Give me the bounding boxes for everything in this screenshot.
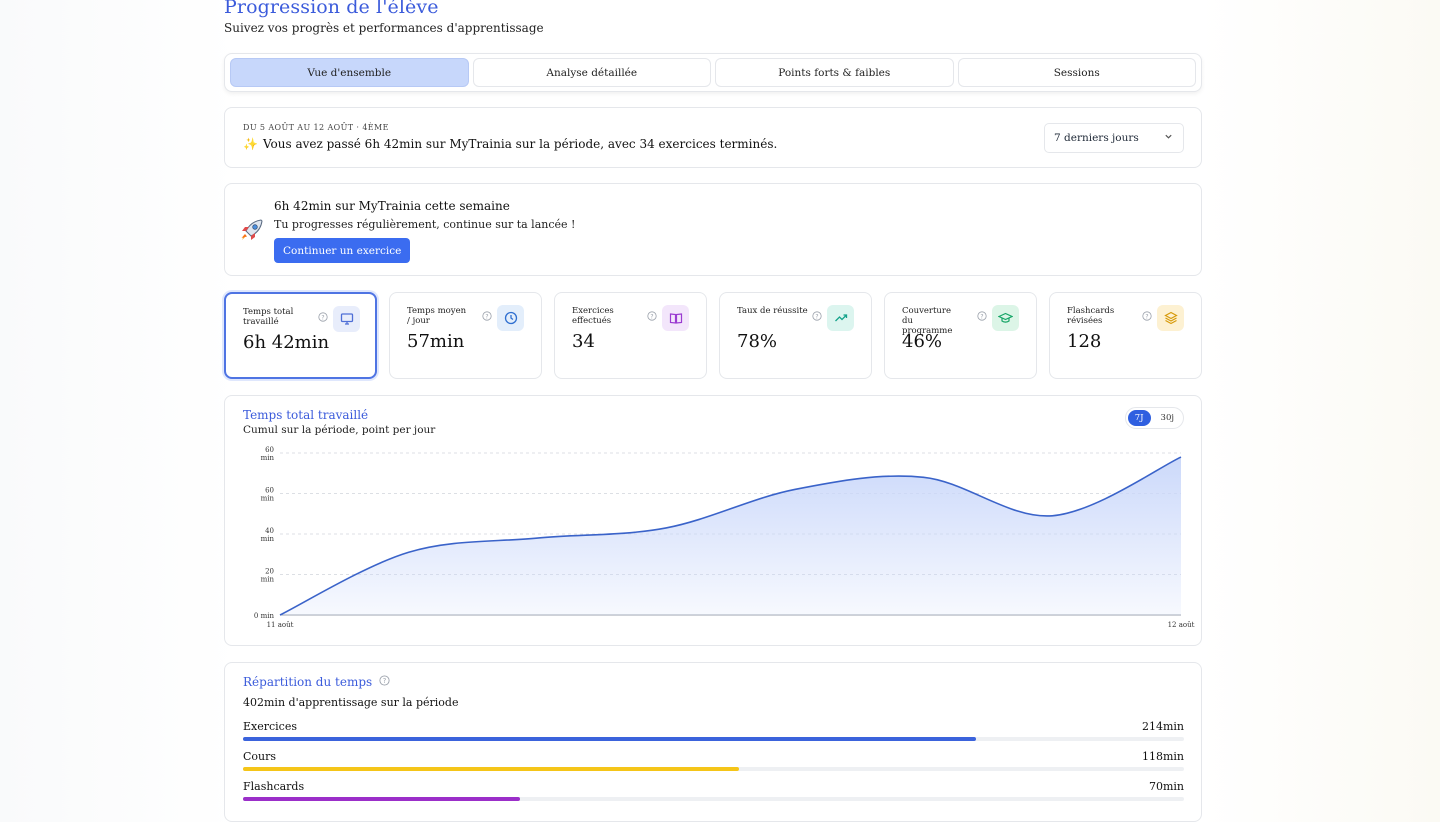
period-summary-card: du 5 août au 12 août · 4ème ✨ Vous avez … — [224, 107, 1202, 168]
breakdown-bar-fill — [243, 797, 520, 801]
y-tick-label: 20 min — [261, 568, 275, 584]
y-tick-label: 60 min — [261, 487, 275, 503]
help-icon[interactable]: ? — [977, 306, 987, 325]
svg-text:?: ? — [650, 313, 653, 320]
svg-text:?: ? — [383, 677, 387, 685]
stat-card-total-time[interactable]: Temps total travaillé ? 6h 42min — [224, 292, 377, 379]
breakdown-row-courses: Cours 118min — [243, 750, 1184, 771]
breakdown-title: Répartition du temps ? — [243, 675, 390, 689]
x-tick-label: 11 août — [267, 621, 294, 629]
stat-label: Temps total travaillé — [243, 307, 294, 327]
tab-sessions[interactable]: Sessions — [957, 58, 1196, 87]
stat-label: Taux de réussite — [737, 306, 808, 316]
tab-bar: Vue d'ensemble Analyse détaillée Points … — [224, 53, 1202, 92]
clock-icon — [497, 305, 524, 331]
svg-text:?: ? — [485, 313, 488, 320]
breakdown-total: 402min d'apprentissage sur la période — [243, 696, 459, 709]
rocket-icon — [239, 217, 265, 247]
book-icon — [662, 305, 689, 331]
breakdown-value: 118min — [1141, 750, 1184, 763]
y-tick-label: 60 min — [261, 446, 275, 462]
period-select-value: 7 derniers jours — [1054, 132, 1139, 144]
page-subtitle: Suivez vos progrès et performances d'app… — [224, 21, 544, 35]
y-tick-label: 40 min — [261, 527, 275, 543]
stat-label: Flashcards révisées — [1067, 306, 1115, 326]
stat-value: 34 — [572, 331, 595, 352]
breakdown-value: 70min — [1148, 780, 1184, 793]
breakdown-title-text: Répartition du temps — [243, 675, 373, 689]
x-tick-label: 12 août — [1168, 621, 1195, 629]
stat-card-exercises[interactable]: Exercices effectués ? 34 — [554, 292, 707, 379]
help-icon[interactable]: ? — [379, 675, 390, 689]
y-tick-label: 0 min — [254, 612, 275, 620]
breakdown-label: Cours — [243, 750, 277, 763]
promo-text: Tu progresses régulièrement, continue su… — [274, 218, 576, 231]
period-select[interactable]: 7 derniers jours — [1044, 123, 1184, 153]
sparkle-icon: ✨ — [243, 137, 258, 151]
help-icon[interactable]: ? — [647, 306, 657, 325]
stat-value: 78% — [737, 331, 778, 352]
period-label: du 5 août au 12 août · 4ème — [243, 123, 389, 132]
svg-text:?: ? — [815, 313, 818, 320]
time-breakdown-card: Répartition du temps ? 402min d'apprenti… — [224, 662, 1202, 822]
stat-card-success-rate[interactable]: Taux de réussite ? 78% — [719, 292, 872, 379]
stat-label: Temps moyen / jour — [407, 306, 467, 326]
breakdown-bar-track — [243, 767, 1184, 771]
breakdown-bar-track — [243, 737, 1184, 741]
breakdown-bar-track — [243, 797, 1184, 801]
stat-card-average-time[interactable]: Temps moyen / jour ? 57min — [389, 292, 542, 379]
breakdown-label: Flashcards — [243, 780, 305, 793]
help-icon[interactable]: ? — [318, 307, 328, 326]
layers-icon — [1157, 305, 1184, 331]
continue-exercise-button[interactable]: Continuer un exercice — [274, 238, 411, 263]
page-title: Progression de l'élève — [224, 0, 439, 18]
trending-up-icon — [827, 305, 854, 331]
stat-card-program-coverage[interactable]: Couverture du programme ? 46% — [884, 292, 1037, 379]
breakdown-bar-fill — [243, 737, 977, 741]
svg-text:?: ? — [1145, 313, 1148, 320]
area-fill — [280, 457, 1181, 615]
stat-card-flashcards[interactable]: Flashcards révisées ? 128 — [1049, 292, 1202, 379]
graduation-cap-icon — [992, 305, 1019, 331]
tab-detailed-analysis[interactable]: Analyse détaillée — [472, 58, 711, 87]
weekly-encouragement-card: 6h 42min sur MyTrainia cette semaine Tu … — [224, 183, 1202, 276]
breakdown-value: 214min — [1141, 720, 1184, 733]
chevron-down-icon — [1164, 132, 1173, 144]
help-icon[interactable]: ? — [812, 306, 822, 325]
help-icon[interactable]: ? — [1142, 306, 1152, 325]
stat-value: 57min — [407, 331, 465, 352]
stat-value: 46% — [902, 331, 943, 352]
breakdown-label: Exercices — [243, 720, 297, 733]
tab-overview[interactable]: Vue d'ensemble — [230, 58, 469, 87]
stat-value: 128 — [1067, 331, 1102, 352]
period-message-text: Vous avez passé 6h 42min sur MyTrainia s… — [262, 137, 778, 151]
svg-text:?: ? — [321, 314, 324, 321]
help-icon[interactable]: ? — [482, 306, 492, 325]
monitor-icon — [333, 306, 360, 332]
breakdown-row-flashcards: Flashcards 70min — [243, 780, 1184, 801]
stat-label: Exercices effectués — [572, 306, 614, 326]
period-message: ✨ Vous avez passé 6h 42min sur MyTrainia… — [243, 137, 777, 151]
breakdown-row-exercises: Exercices 214min — [243, 720, 1184, 741]
stat-value: 6h 42min — [243, 332, 330, 353]
svg-text:?: ? — [980, 313, 983, 320]
time-area-chart: 0 min 20 min 40 min 60 min 60 min 11 août 12 août — [254, 446, 1195, 629]
tab-strengths-weaknesses[interactable]: Points forts & faibles — [715, 58, 954, 87]
breakdown-bar-fill — [243, 767, 739, 771]
promo-title: 6h 42min sur MyTrainia cette semaine — [274, 199, 510, 213]
time-chart-card: Temps total travaillé Cumul sur la pério… — [224, 395, 1202, 646]
